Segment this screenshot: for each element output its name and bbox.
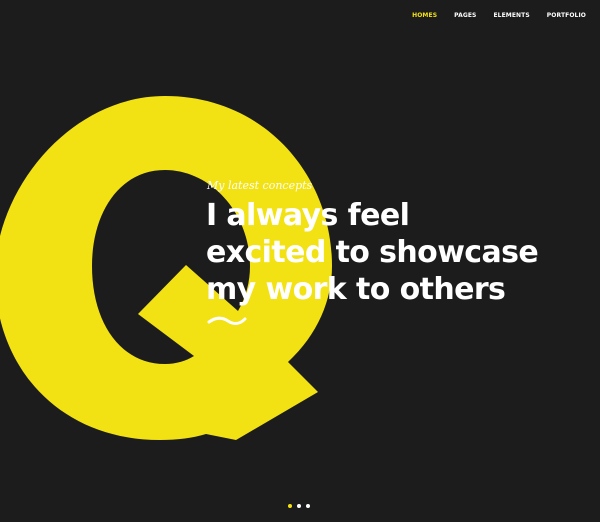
hero-title-line-3: my work to others bbox=[206, 272, 506, 307]
hero-kicker: My latest concepts bbox=[207, 179, 313, 192]
nav-item-portfolio[interactable]: PORTFOLIO bbox=[547, 12, 586, 19]
slider-dot-2[interactable] bbox=[297, 504, 301, 508]
nav-item-elements[interactable]: ELEMENTS bbox=[493, 12, 529, 19]
slider-dot-1[interactable] bbox=[288, 504, 292, 508]
slider-dot-3[interactable] bbox=[306, 504, 310, 508]
nav-item-homes[interactable]: HOMES bbox=[412, 12, 437, 19]
hero-title-line-2: excited to showcase bbox=[206, 235, 539, 270]
squiggle-underline-icon bbox=[207, 316, 247, 325]
nav-item-pages[interactable]: PAGES bbox=[454, 12, 476, 19]
hero-section: My latest concepts I always feel excited… bbox=[206, 179, 586, 326]
hero-title: I always feel excited to showcase my wor… bbox=[206, 197, 586, 308]
hero-title-line-1: I always feel bbox=[206, 198, 410, 233]
main-nav: HOMES PAGES ELEMENTS PORTFOLIO bbox=[412, 12, 586, 19]
slider-pagination bbox=[288, 504, 310, 508]
